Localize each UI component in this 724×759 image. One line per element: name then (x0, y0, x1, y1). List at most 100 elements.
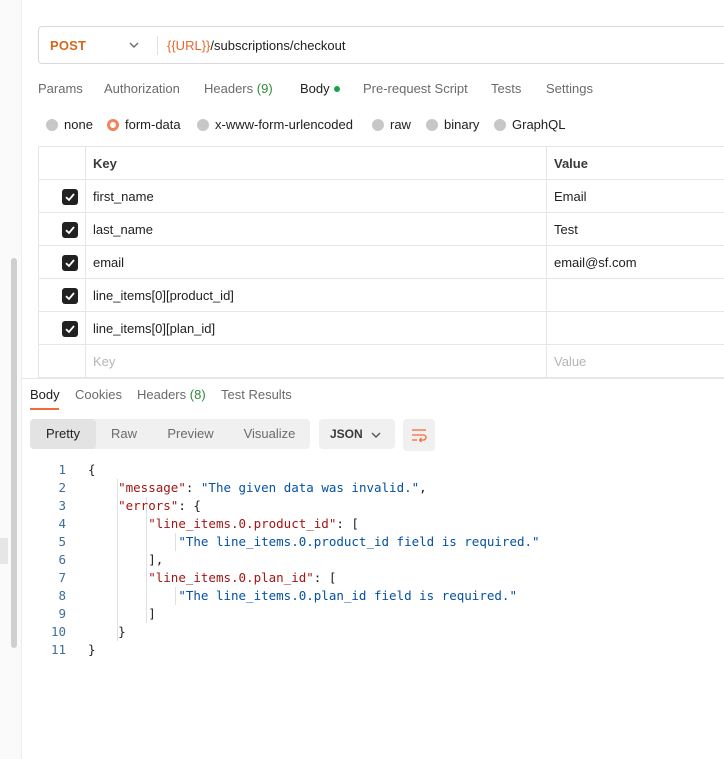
value-cell[interactable] (546, 279, 724, 311)
form-data-table: Key Value first_name Email last_name Tes… (38, 146, 724, 378)
format-label: JSON (330, 427, 363, 441)
value-cell[interactable] (546, 312, 724, 344)
scrollbar-thumb[interactable] (11, 258, 17, 648)
table-row: line_items[0][plan_id] (38, 312, 724, 345)
row-key: first_name (93, 189, 154, 204)
radio-raw[interactable]: raw (372, 117, 411, 132)
row-checkbox[interactable] (62, 321, 78, 337)
row-checkbox[interactable] (62, 222, 78, 238)
code-text: "errors": { (88, 497, 201, 515)
response-tab-cookies[interactable]: Cookies (75, 387, 122, 402)
line-number: 8 (58, 588, 66, 603)
table-header: Key Value (38, 147, 724, 180)
radio-none[interactable]: none (46, 117, 93, 132)
view-mode-segment: Pretty Raw Preview Visualize (30, 419, 310, 449)
new-key-input[interactable]: Key (85, 345, 547, 377)
json-punctuation: : [ (313, 570, 337, 585)
json-punctuation: } (88, 642, 96, 657)
tab-params[interactable]: Params (38, 81, 83, 96)
check-icon (65, 259, 75, 268)
code-line: 5 "The line_items.0.product_id field is … (30, 533, 720, 551)
table-row: first_name Email (38, 180, 724, 213)
wrap-lines-icon (412, 429, 427, 443)
tab-headers-count: (9) (256, 81, 273, 96)
table-row-new: Key Value (38, 345, 724, 378)
url-input[interactable]: {{URL}}/subscriptions/checkout (167, 38, 346, 53)
response-tab-body[interactable]: Body (30, 387, 60, 402)
radio-label: GraphQL (512, 117, 566, 132)
view-raw[interactable]: Raw (96, 419, 152, 449)
line-number: 1 (58, 462, 66, 477)
chevron-down-icon[interactable] (129, 41, 139, 49)
sidebar-edge (0, 538, 8, 564)
value-cell[interactable]: email@sf.com (546, 246, 724, 278)
key-cell[interactable]: email (85, 246, 547, 278)
response-body-code[interactable]: 1 {2 "message": "The given data was inval… (30, 461, 720, 659)
response-tab-headers-label: Headers (137, 387, 187, 402)
key-cell[interactable]: line_items[0][product_id] (85, 279, 547, 311)
json-key: "errors" (118, 498, 179, 513)
radio-label: x-www-form-urlencoded (215, 117, 353, 132)
key-cell[interactable]: last_name (85, 213, 547, 245)
value-placeholder: Value (554, 354, 587, 369)
method-select[interactable]: POST (50, 38, 86, 53)
code-line: 4 "line_items.0.product_id": [ (30, 515, 720, 533)
response-tab-headers[interactable]: Headers (8) (137, 387, 206, 402)
code-line: 6 ], (30, 551, 720, 569)
view-visualize[interactable]: Visualize (229, 419, 310, 449)
radio-graphql[interactable]: GraphQL (494, 117, 565, 132)
tab-tests[interactable]: Tests (491, 81, 521, 96)
line-number: 7 (58, 570, 66, 585)
row-checkbox[interactable] (62, 255, 78, 271)
tab-settings[interactable]: Settings (546, 81, 593, 96)
tab-pre-request-script[interactable]: Pre-request Script (363, 81, 468, 96)
tab-headers[interactable]: Headers (9) (204, 81, 273, 96)
table-row: email email@sf.com (38, 246, 724, 279)
wrap-lines-button[interactable] (403, 419, 435, 451)
value-cell[interactable]: Test (546, 213, 724, 245)
code-text: "message": "The given data was invalid."… (88, 479, 427, 497)
json-punctuation: { (88, 462, 96, 477)
json-punctuation: } (88, 624, 126, 639)
key-cell[interactable]: first_name (85, 180, 547, 212)
json-punctuation: : [ (336, 516, 359, 531)
empty-check-cell (39, 345, 86, 377)
code-line: 2 "message": "The given data was invalid… (30, 479, 720, 497)
row-value: Email (554, 189, 587, 204)
json-punctuation (88, 480, 118, 495)
json-punctuation (88, 516, 148, 531)
json-key: "line_items.0.plan_id" (148, 570, 314, 585)
json-punctuation: : { (178, 498, 201, 513)
radio-form-data[interactable]: form-data (107, 117, 181, 132)
key-placeholder: Key (93, 354, 116, 369)
radio-circle-icon (372, 118, 384, 131)
json-punctuation (88, 588, 178, 603)
json-string: "The given data was invalid." (200, 480, 420, 495)
row-checkbox[interactable] (62, 189, 78, 205)
radio-x-www-form-urlencoded[interactable]: x-www-form-urlencoded (197, 117, 353, 132)
response-divider[interactable] (21, 378, 724, 379)
format-select[interactable]: JSON (319, 419, 395, 449)
check-icon (65, 193, 75, 202)
row-checkbox[interactable] (62, 288, 78, 304)
view-pretty[interactable]: Pretty (30, 419, 96, 449)
key-cell[interactable]: line_items[0][plan_id] (85, 312, 547, 344)
radio-binary[interactable]: binary (426, 117, 479, 132)
table-row: last_name Test (38, 213, 724, 246)
json-punctuation: : (185, 480, 201, 495)
radio-selected-icon (107, 118, 119, 131)
tab-body[interactable]: Body (300, 81, 340, 96)
view-preview[interactable]: Preview (154, 419, 227, 449)
line-number: 5 (58, 534, 66, 549)
tab-authorization[interactable]: Authorization (104, 81, 180, 96)
json-punctuation (88, 498, 118, 513)
response-tab-test-results[interactable]: Test Results (221, 387, 292, 402)
line-number: 3 (58, 498, 66, 513)
value-cell[interactable]: Email (546, 180, 724, 212)
radio-label: raw (390, 117, 411, 132)
json-punctuation: ], (88, 552, 164, 567)
table-row: line_items[0][product_id] (38, 279, 724, 312)
new-value-input[interactable]: Value (546, 345, 724, 377)
check-icon (65, 226, 75, 235)
line-number: 2 (58, 480, 66, 495)
